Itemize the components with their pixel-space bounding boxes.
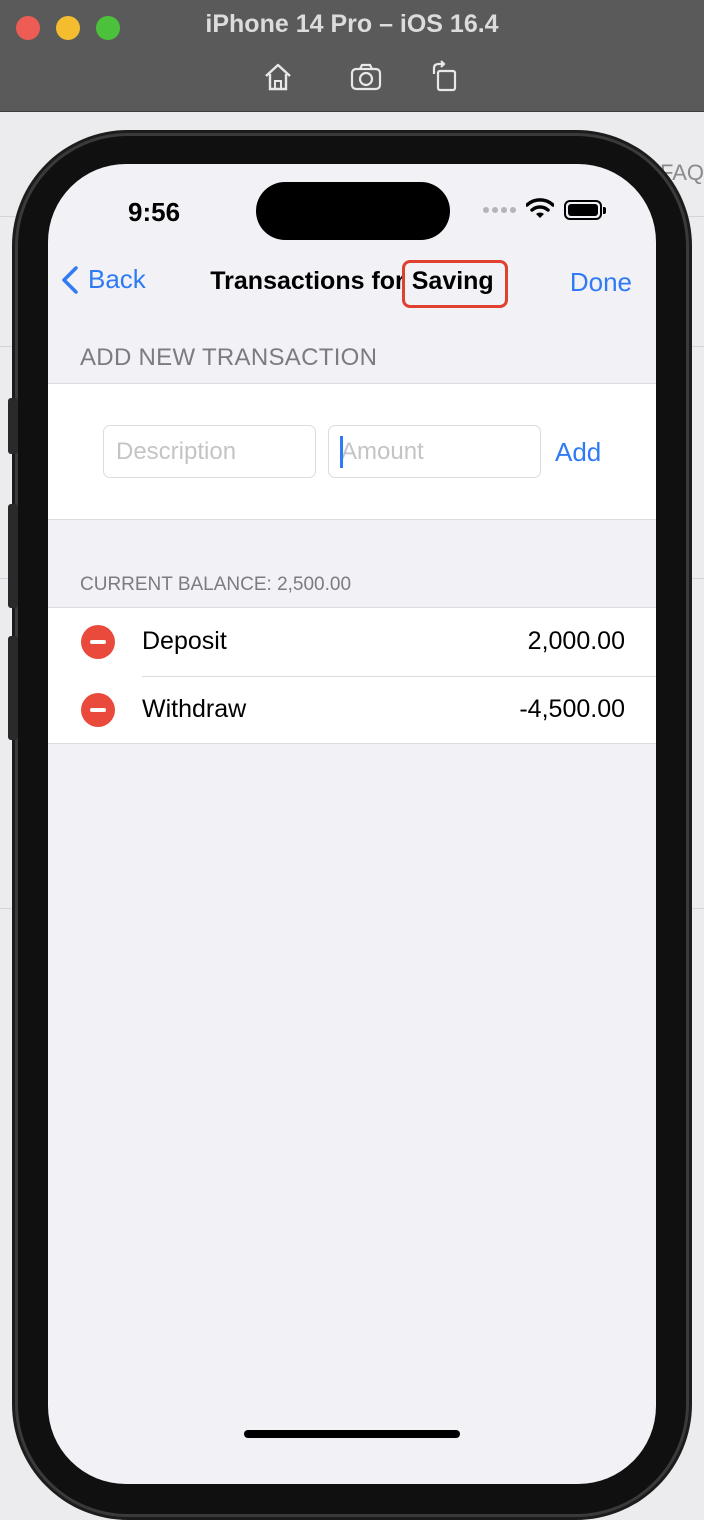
cellular-signal-icon	[482, 202, 518, 220]
dynamic-island	[256, 182, 450, 240]
add-transaction-header: ADD NEW TRANSACTION	[80, 344, 378, 371]
battery-icon	[564, 200, 606, 220]
transaction-label: Deposit	[142, 627, 227, 655]
wifi-icon	[525, 198, 555, 225]
amount-placeholder: Amount	[341, 438, 424, 465]
volume-up-button	[8, 504, 18, 608]
title-prefix: Transactions for	[210, 267, 405, 295]
transaction-row[interactable]: Withdraw -4,500.00	[48, 676, 656, 744]
transaction-amount: -4,500.00	[519, 695, 625, 723]
volume-down-button	[8, 636, 18, 740]
simulator-titlebar: iPhone 14 Pro – iOS 16.4	[0, 0, 704, 112]
rotate-icon[interactable]	[428, 60, 462, 94]
done-button[interactable]: Done	[570, 267, 632, 298]
transactions-list: Deposit 2,000.00 Withdraw -4,500.00	[48, 607, 656, 744]
description-field[interactable]: Description	[103, 425, 316, 478]
simulator-title: iPhone 14 Pro – iOS 16.4	[205, 10, 499, 38]
delete-icon[interactable]	[81, 625, 115, 659]
home-icon[interactable]	[261, 60, 295, 94]
screenshot-icon[interactable]	[349, 60, 383, 94]
home-indicator[interactable]	[244, 1430, 460, 1438]
current-balance-header: CURRENT BALANCE: 2,500.00	[80, 574, 352, 595]
amount-field[interactable]: Amount	[328, 425, 541, 478]
add-transaction-card: Description Amount Add	[48, 383, 656, 520]
faq-link[interactable]: FAQ	[660, 160, 704, 186]
title-account-name: Saving	[401, 260, 508, 308]
page-title: Transactions for Saving	[48, 260, 656, 308]
status-time: 9:56	[128, 197, 181, 227]
add-button[interactable]: Add	[555, 437, 601, 468]
text-cursor	[340, 436, 343, 468]
transaction-row[interactable]: Deposit 2,000.00	[48, 608, 656, 677]
delete-icon[interactable]	[81, 693, 115, 727]
transaction-amount: 2,000.00	[527, 627, 625, 655]
transaction-label: Withdraw	[142, 695, 247, 723]
phone-screen: 9:56 Back Transactions for Saving Done A…	[48, 164, 656, 1484]
mute-switch	[8, 398, 18, 454]
